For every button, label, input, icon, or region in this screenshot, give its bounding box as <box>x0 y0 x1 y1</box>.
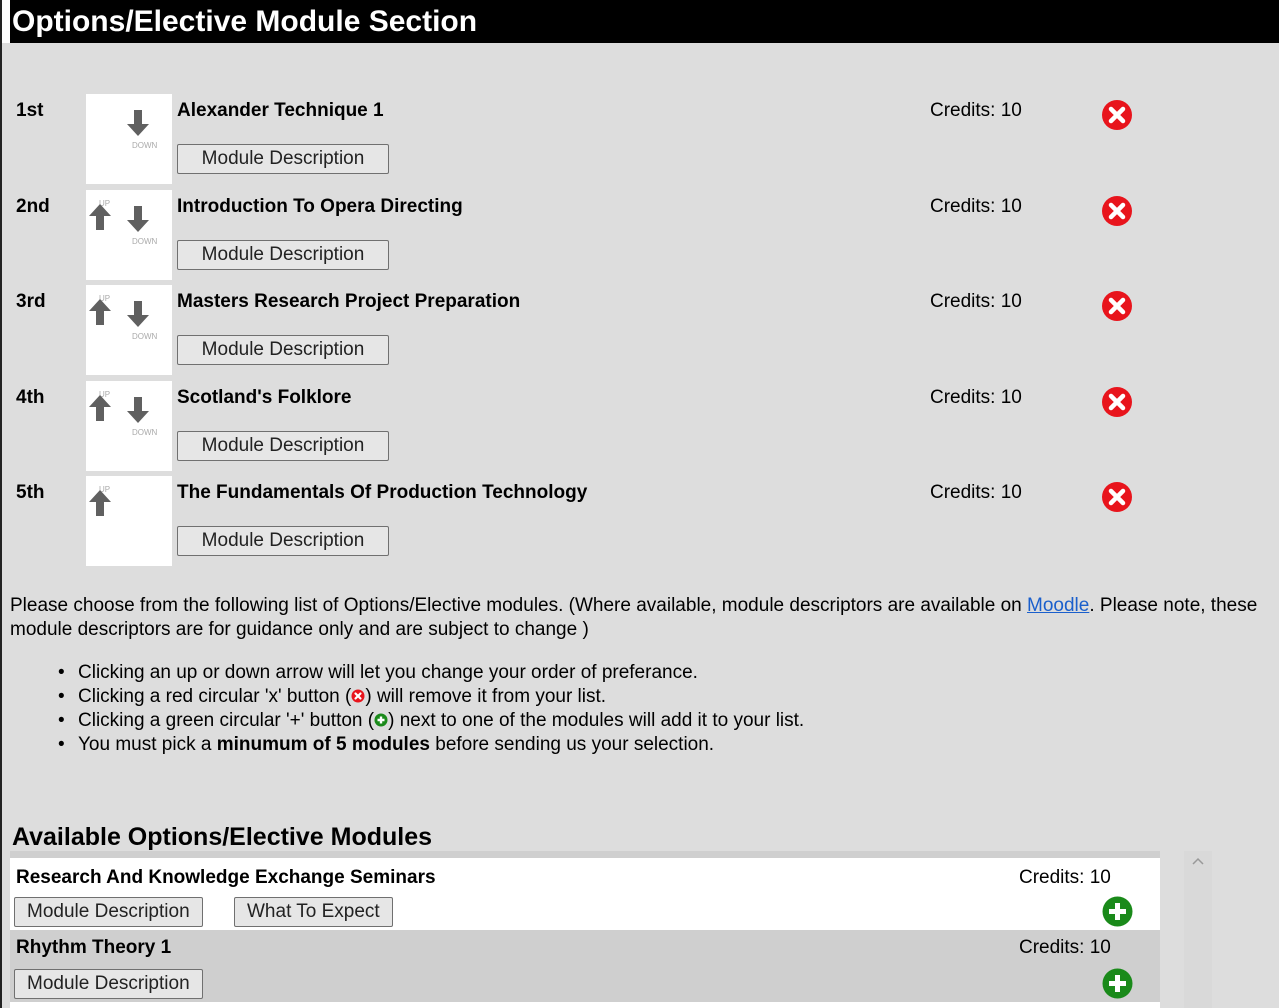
up-arrow-icon: UP <box>89 294 111 325</box>
up-arrow-icon: UP <box>89 390 111 421</box>
module-name: Scotland's Folklore <box>177 387 352 408</box>
red-circle-x-icon[interactable] <box>1101 386 1133 418</box>
instruction-item: Clicking a green circular '+' button () … <box>58 709 804 733</box>
module-name: The Fundamentals Of Production Technolog… <box>177 482 588 503</box>
down-arrow-icon: DOWN <box>127 206 158 246</box>
down-arrow-icon: DOWN <box>127 110 158 150</box>
svg-text:DOWN: DOWN <box>132 428 158 437</box>
module-description-button[interactable]: Module Description <box>177 526 389 556</box>
module-description-button[interactable]: Module Description <box>177 335 389 365</box>
list-item: Rhythm Theory 1 Credits: 10 Module Descr… <box>10 930 1160 1002</box>
module-credits: Credits: 10 <box>930 291 1022 312</box>
svg-text:DOWN: DOWN <box>132 332 158 341</box>
module-rank: 2nd <box>16 196 50 217</box>
module-description-button[interactable]: Module Description <box>177 240 389 270</box>
selected-module-row: 2nd UP DOWN Introduction To Opera Directing… <box>0 190 1279 280</box>
module-description-button[interactable]: Module Description <box>14 897 203 927</box>
moodle-link[interactable]: Moodle <box>1027 595 1089 616</box>
module-name: Alexander Technique 1 <box>177 100 384 121</box>
module-name: Introduction To Opera Directing <box>177 196 463 217</box>
reorder-arrows[interactable]: UP DOWN <box>86 381 172 471</box>
reorder-arrows[interactable]: UP DOWN <box>86 190 172 280</box>
module-credits: Credits: 10 <box>930 100 1022 121</box>
green-circle-plus-icon[interactable] <box>1102 896 1133 927</box>
module-rank: 3rd <box>16 291 46 312</box>
module-name: Research And Knowledge Exchange Seminars <box>16 867 436 888</box>
instructions-intro: Please choose from the following list of… <box>10 594 1270 642</box>
reorder-arrows[interactable]: DOWN <box>86 94 172 184</box>
instruction-item: Clicking an up or down arrow will let yo… <box>58 661 804 685</box>
module-credits: Credits: 10 <box>930 387 1022 408</box>
green-circle-plus-icon[interactable] <box>1102 968 1133 999</box>
svg-text:DOWN: DOWN <box>132 141 158 150</box>
module-rank: 4th <box>16 387 45 408</box>
module-name: Rhythm Theory 1 <box>16 937 172 958</box>
red-circle-x-icon <box>351 689 365 703</box>
arrow-icons[interactable]: UP DOWN <box>86 285 172 375</box>
red-circle-x-icon[interactable] <box>1101 195 1133 227</box>
reorder-arrows[interactable]: UP DOWN <box>86 285 172 375</box>
instruction-item: You must pick a minumum of 5 modules bef… <box>58 733 804 757</box>
page-title: Options/Elective Module Section <box>10 0 1279 43</box>
list-scrollbar[interactable] <box>1184 851 1212 1008</box>
list-item: Research And Knowledge Exchange Seminars… <box>10 858 1160 930</box>
down-arrow-icon: DOWN <box>127 397 158 437</box>
svg-text:DOWN: DOWN <box>132 237 158 246</box>
selected-module-row: 5th UP The Fundamentals Of Production Tech… <box>0 476 1279 566</box>
module-credits: Credits: 10 <box>930 196 1022 217</box>
arrow-icons[interactable]: UP <box>86 476 172 566</box>
up-arrow-icon: UP <box>89 485 111 516</box>
intro-text: Please choose from the following list of… <box>10 595 1028 616</box>
instruction-item: Clicking a red circular 'x' button () wi… <box>58 685 804 709</box>
arrow-icons[interactable]: DOWN <box>86 94 172 184</box>
down-arrow-icon: DOWN <box>127 301 158 341</box>
module-name: Masters Research Project Preparation <box>177 291 521 312</box>
module-rank: 1st <box>16 100 44 121</box>
selected-module-row: 3rd UP DOWN Masters Research Project Prepar… <box>0 285 1279 375</box>
arrow-icons[interactable]: UP DOWN <box>86 381 172 471</box>
instructions-list: Clicking an up or down arrow will let yo… <box>58 661 804 757</box>
available-modules-title: Available Options/Elective Modules <box>12 823 433 851</box>
up-arrow-icon: UP <box>89 199 111 230</box>
red-circle-x-icon[interactable] <box>1101 290 1133 322</box>
module-credits: Credits: 10 <box>930 482 1022 503</box>
module-rank: 5th <box>16 482 45 503</box>
module-description-button[interactable]: Module Description <box>14 969 203 999</box>
red-circle-x-icon[interactable] <box>1101 99 1133 131</box>
module-description-button[interactable]: Module Description <box>177 144 389 174</box>
red-circle-x-icon[interactable] <box>1101 481 1133 513</box>
available-modules-list[interactable]: Research And Knowledge Exchange Seminars… <box>10 851 1160 1008</box>
selected-module-row: 4th UP DOWN Scotland's Folklore Credits: 10 M… <box>0 381 1279 471</box>
selected-module-row: 1st DOWN Alexander Technique 1 Credits: 10 M… <box>0 94 1279 184</box>
module-credits: Credits: 10 <box>1019 937 1111 958</box>
arrow-icons[interactable]: UP DOWN <box>86 190 172 280</box>
reorder-arrows[interactable]: UP <box>86 476 172 566</box>
partial-list-item <box>10 851 1160 858</box>
scroll-up-icon[interactable] <box>1184 851 1212 873</box>
what-to-expect-button[interactable]: What To Expect <box>234 897 393 927</box>
green-circle-plus-icon <box>374 713 388 727</box>
module-credits: Credits: 10 <box>1019 867 1111 888</box>
module-description-button[interactable]: Module Description <box>177 431 389 461</box>
